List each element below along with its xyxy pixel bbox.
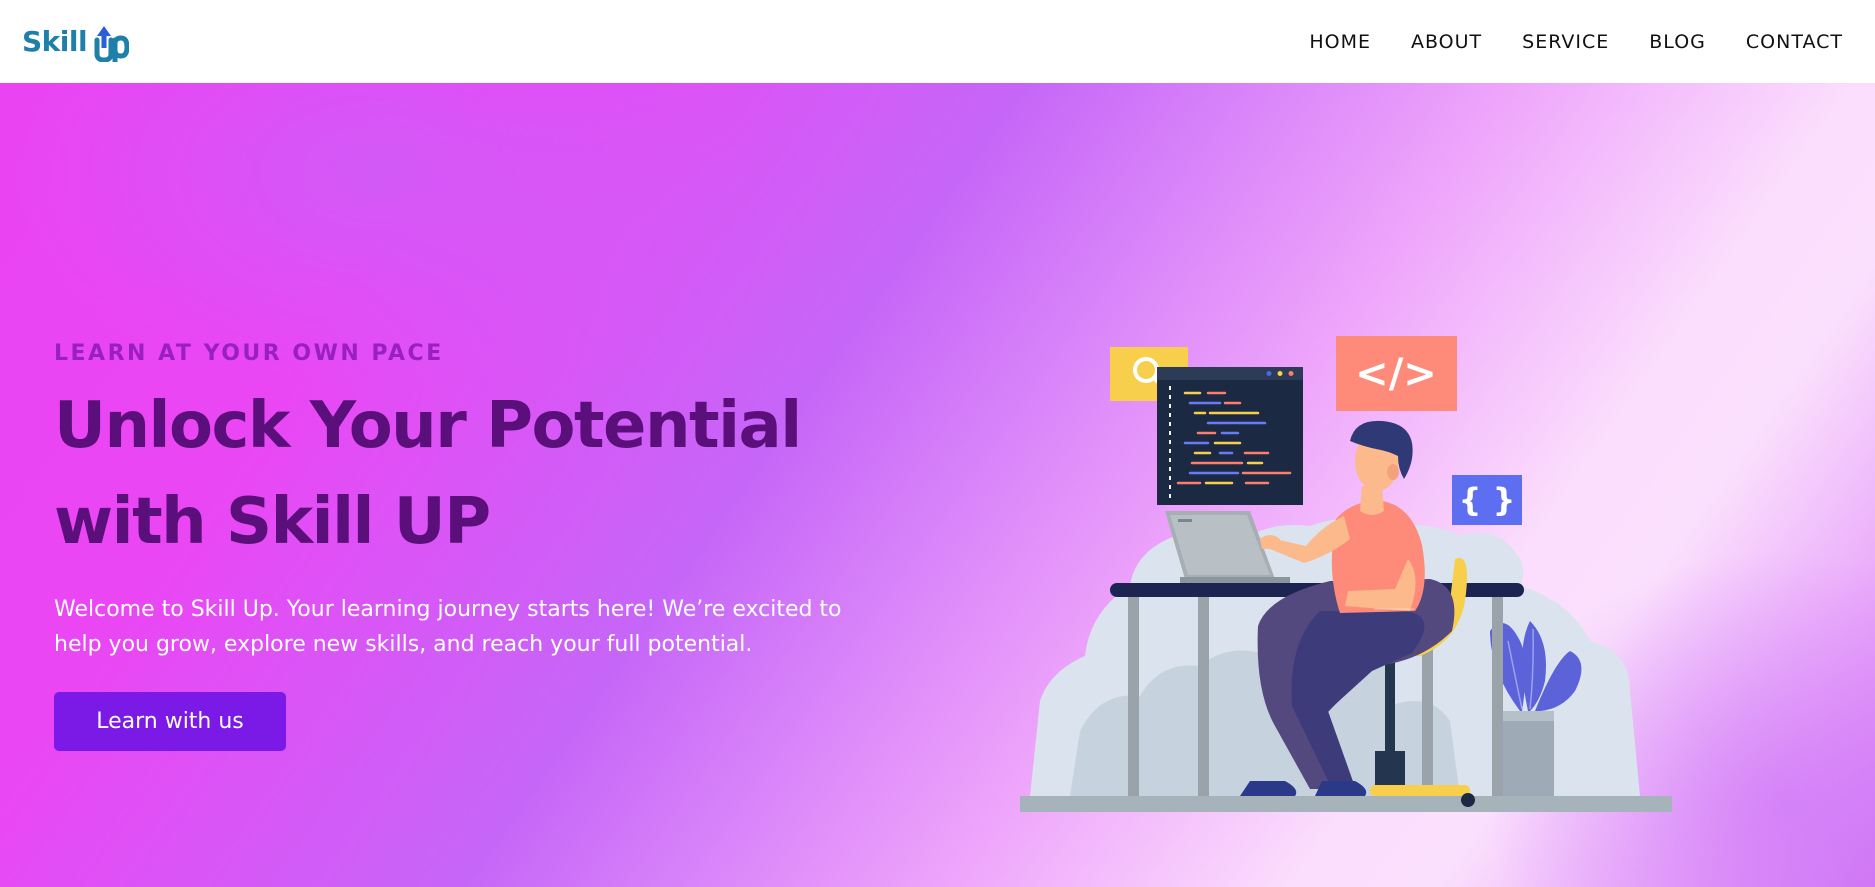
code-tag-text: </> — [1355, 351, 1437, 397]
learn-with-us-button[interactable]: Learn with us — [54, 692, 286, 751]
up-arrow-icon — [94, 25, 130, 62]
hero-headline-line1: Unlock Your Potential — [54, 389, 802, 463]
developer-illustration: </> { } — [1020, 336, 1672, 812]
hero-tagline: LEARN AT YOUR OWN PACE — [54, 341, 444, 366]
braces-icon: { } — [1452, 475, 1522, 525]
nav-home[interactable]: HOME — [1309, 31, 1371, 53]
nav-contact[interactable]: CONTACT — [1746, 31, 1843, 53]
nav-service[interactable]: SERVICE — [1522, 31, 1609, 53]
hero-headline-line2: with Skill UP — [54, 485, 491, 559]
code-icon: </> — [1336, 336, 1457, 411]
hero-section: LEARN AT YOUR OWN PACE Unlock Your Poten… — [0, 83, 1875, 887]
hero-description: Welcome to Skill Up. Your learning journ… — [54, 597, 842, 657]
code-window — [1157, 367, 1303, 505]
main-nav: HOME ABOUT SERVICE BLOG CONTACT — [1309, 31, 1843, 53]
floor — [1020, 796, 1672, 812]
site-header: Skill HOME ABOUT SERVICE BLOG CONTACT — [0, 0, 1875, 83]
braces-text: { } — [1459, 481, 1516, 519]
logo[interactable]: Skill — [22, 20, 130, 64]
nav-about[interactable]: ABOUT — [1411, 31, 1482, 53]
hero-headline: Unlock Your Potential with Skill UP — [54, 378, 894, 570]
logo-text-skill: Skill — [22, 25, 88, 58]
hero-content: LEARN AT YOUR OWN PACE Unlock Your Poten… — [54, 341, 894, 751]
nav-blog[interactable]: BLOG — [1649, 31, 1706, 53]
